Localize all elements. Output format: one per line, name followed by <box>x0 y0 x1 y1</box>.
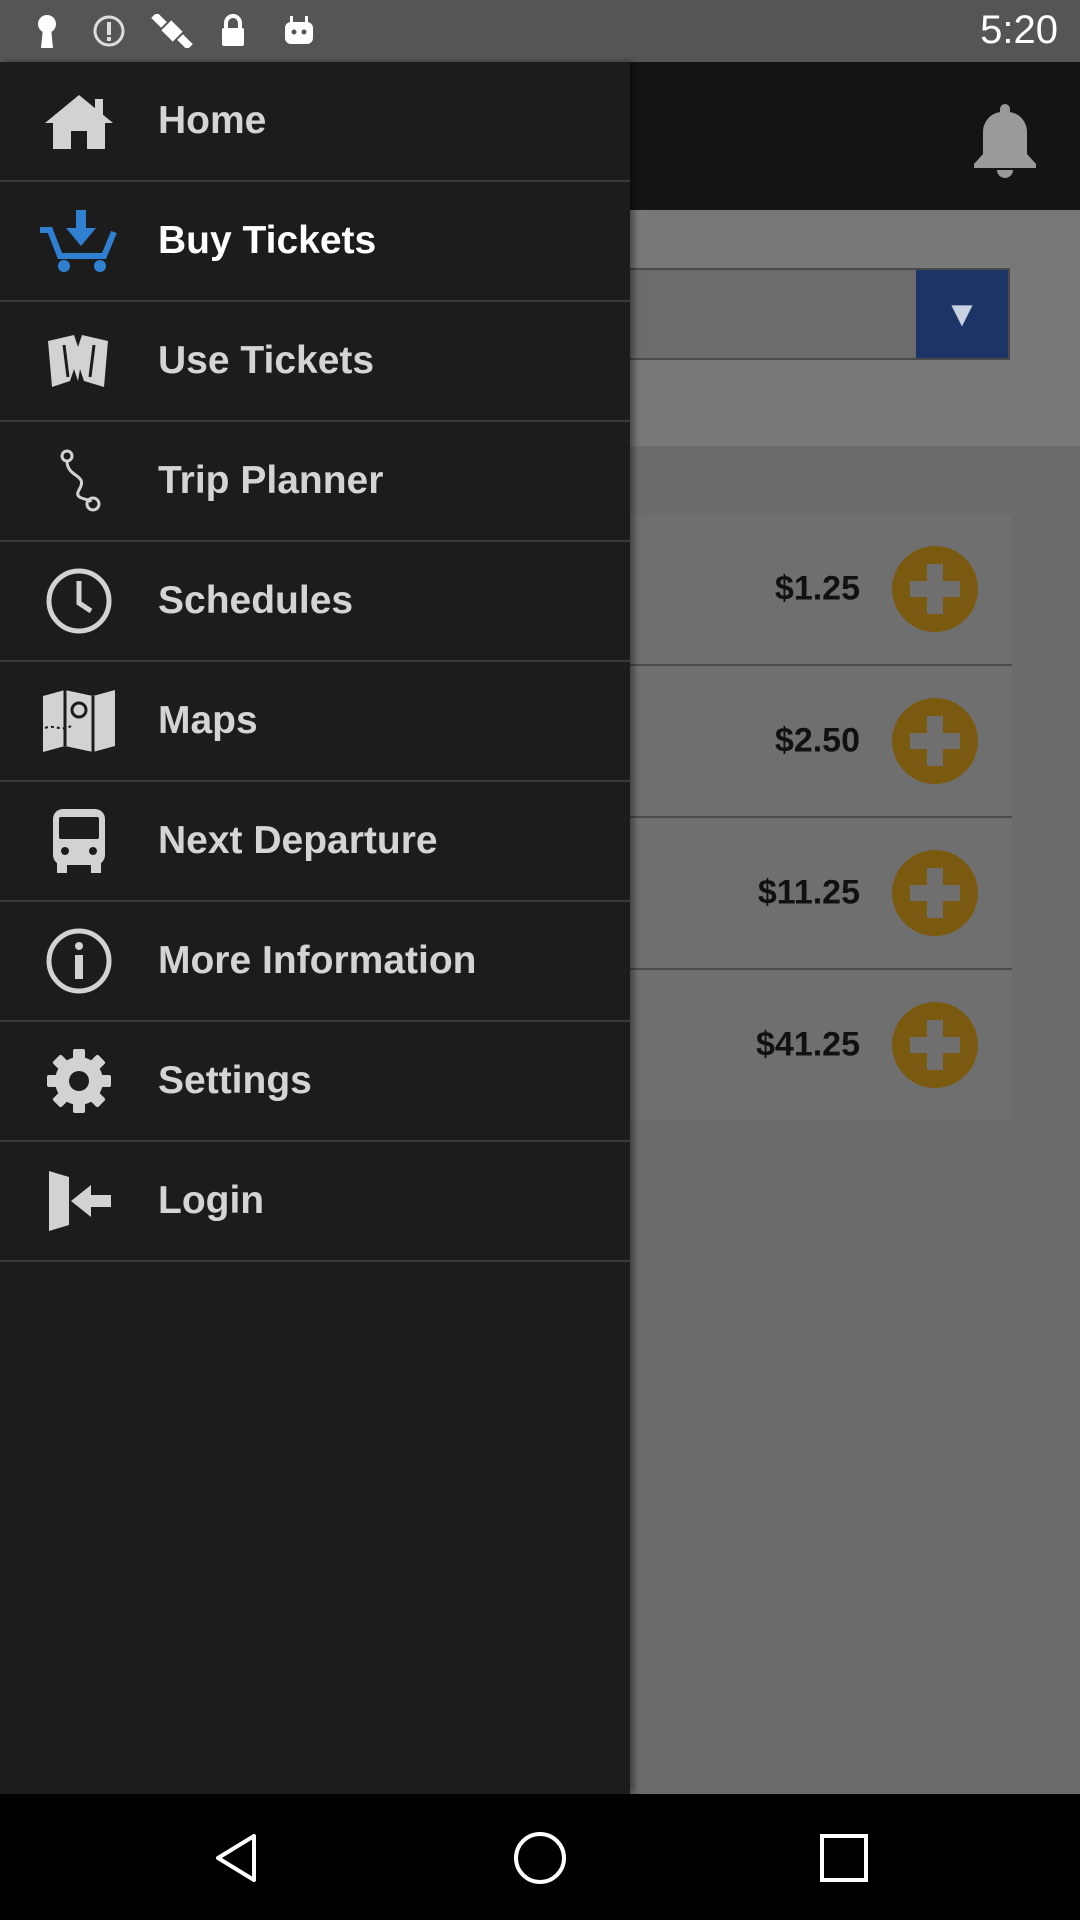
navigation-drawer: Home Buy Tickets Use Tickets Trip Planne… <box>0 62 630 1794</box>
nav-label: Use Tickets <box>158 339 375 382</box>
nav-item-settings[interactable]: Settings <box>0 1022 630 1142</box>
ticket-price: $11.25 <box>757 873 860 912</box>
nav-item-login[interactable]: Login <box>0 1142 630 1262</box>
status-bar: 5:20 <box>0 0 1080 62</box>
home-nav-icon[interactable] <box>510 1828 570 1888</box>
nav-label: Home <box>158 99 267 142</box>
nav-item-maps[interactable]: Maps <box>0 662 630 782</box>
route-icon <box>38 440 120 522</box>
nav-label: Next Departure <box>158 819 438 862</box>
bus-icon <box>38 800 120 882</box>
nav-item-schedules[interactable]: Schedules <box>0 542 630 662</box>
clock-icon <box>38 560 120 642</box>
recents-icon[interactable] <box>814 1828 874 1888</box>
ticket-price: $2.50 <box>774 721 860 760</box>
nav-label: Buy Tickets <box>158 219 377 262</box>
ticket-price: $1.25 <box>774 569 860 608</box>
nav-item-trip-planner[interactable]: Trip Planner <box>0 422 630 542</box>
info-icon <box>38 920 120 1002</box>
nav-item-next-departure[interactable]: Next Departure <box>0 782 630 902</box>
add-ticket-icon[interactable] <box>892 546 978 632</box>
nav-label: Maps <box>158 699 258 742</box>
dropdown-arrow-icon[interactable]: ▼ <box>916 270 1008 358</box>
add-ticket-icon[interactable] <box>892 850 978 936</box>
alert-circle-icon <box>93 15 125 47</box>
back-icon[interactable] <box>208 1828 268 1888</box>
nav-item-more-information[interactable]: More Information <box>0 902 630 1022</box>
status-time: 5:20 <box>980 8 1058 52</box>
nav-item-buy-tickets[interactable]: Buy Tickets <box>0 182 630 302</box>
nav-item-use-tickets[interactable]: Use Tickets <box>0 302 630 422</box>
nav-label: Settings <box>158 1059 312 1102</box>
map-icon <box>38 680 120 762</box>
add-ticket-icon[interactable] <box>892 1002 978 1088</box>
nav-item-home[interactable]: Home <box>0 62 630 182</box>
lock-icon <box>222 14 244 46</box>
nav-label: Schedules <box>158 579 354 622</box>
add-ticket-icon[interactable] <box>892 698 978 784</box>
home-icon <box>38 80 120 162</box>
keyhole-icon <box>38 15 56 48</box>
cart-download-icon <box>38 200 120 282</box>
android-icon <box>285 16 313 44</box>
ticket-price: $41.25 <box>756 1025 860 1064</box>
gear-icon <box>38 1040 120 1122</box>
tickets-icon <box>38 320 120 402</box>
login-icon <box>38 1160 120 1242</box>
nav-label: Trip Planner <box>158 459 384 502</box>
nav-label: More Information <box>158 939 477 982</box>
satellite-fake-gps-icon <box>151 14 193 48</box>
nav-label: Login <box>158 1179 265 1222</box>
system-nav-bar <box>0 1794 1080 1920</box>
notification-bell-icon[interactable] <box>970 100 1040 178</box>
